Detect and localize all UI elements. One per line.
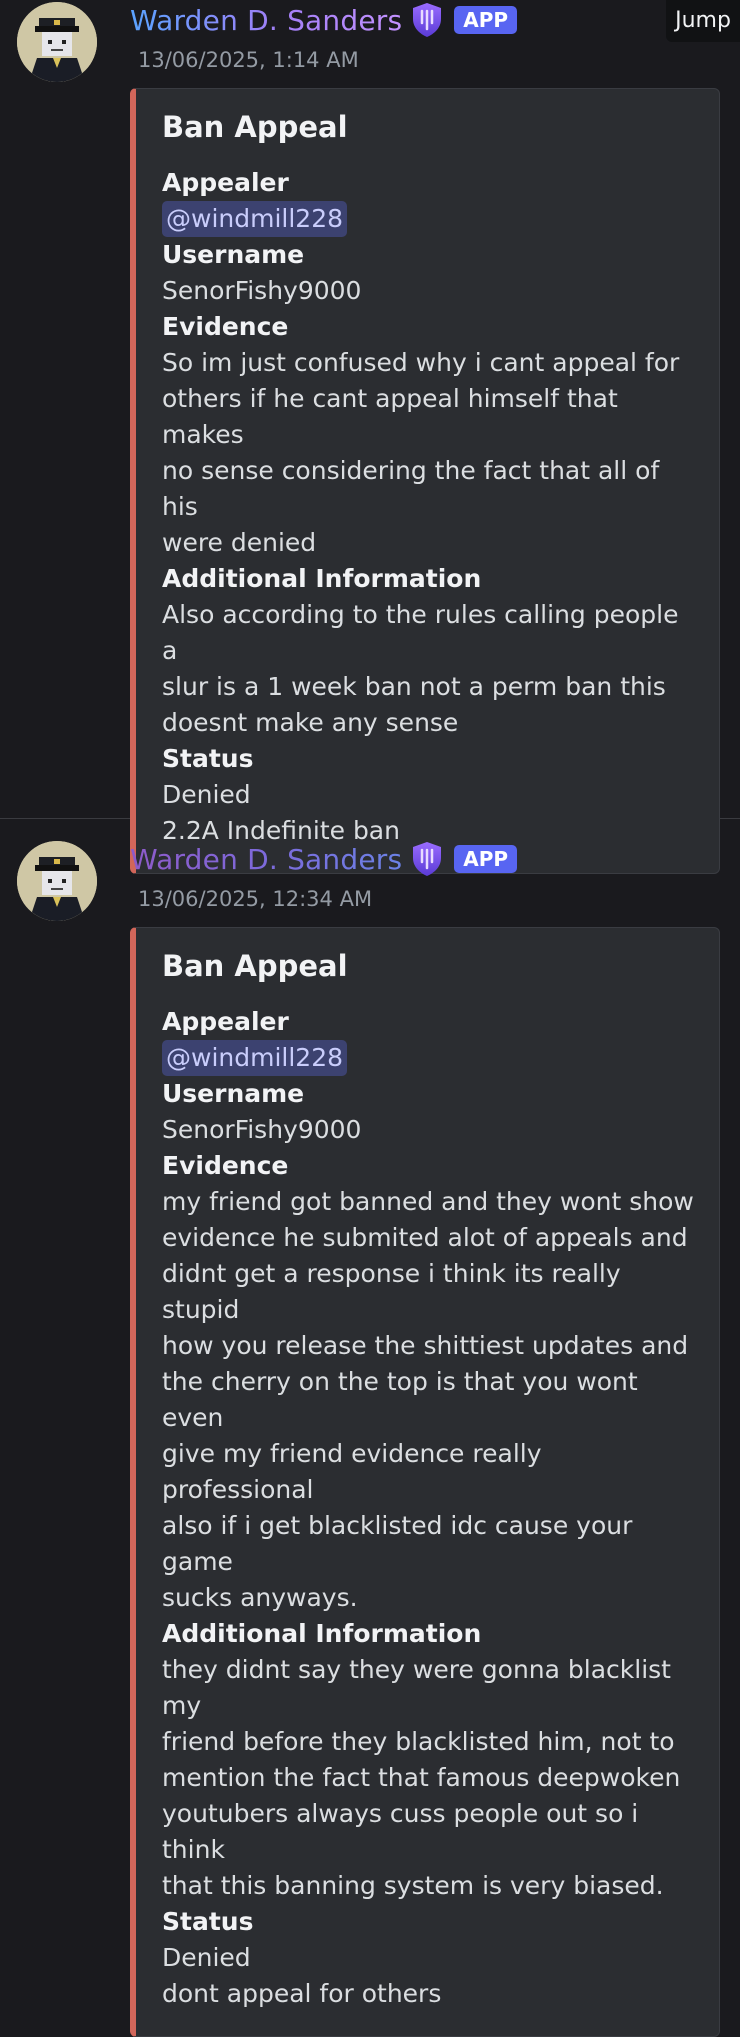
message-header: Warden D. Sanders APP [130, 839, 518, 879]
app-badge: APP [454, 6, 518, 34]
police-avatar-icon [17, 841, 97, 921]
user-mention[interactable]: @windmill228 [162, 1040, 348, 1076]
ban-appeal-embed: Ban Appeal Appealer @windmill228 Usernam… [130, 88, 720, 874]
field-value-evidence: So im just confused why i cant appeal fo… [162, 348, 680, 557]
field-name-evidence: Evidence [162, 312, 289, 341]
message-2: Warden D. Sanders APP 13/06/2025, 12:34 … [0, 819, 740, 2037]
field-name-status: Status [162, 744, 254, 773]
field-value-status: Denied [162, 780, 251, 809]
field-value-additional-information: they didnt say they were gonna blacklist… [162, 1655, 681, 1900]
field-name-username: Username [162, 1079, 305, 1108]
field-value-username: SenorFishy9000 [162, 1115, 362, 1144]
field-value-reason: dont appeal for others [162, 1979, 442, 2008]
field-name-evidence: Evidence [162, 1151, 289, 1180]
field-value-username: SenorFishy9000 [162, 276, 362, 305]
field-value-additional-information: Also according to the rules calling peop… [162, 600, 679, 737]
avatar[interactable] [17, 841, 97, 921]
user-mention[interactable]: @windmill228 [162, 201, 348, 237]
field-name-status: Status [162, 1907, 254, 1936]
author-name[interactable]: Warden D. Sanders [130, 843, 402, 876]
timestamp[interactable]: 13/06/2025, 1:14 AM [138, 48, 359, 72]
embed-title: Ban Appeal [162, 949, 348, 983]
field-value-evidence: my friend got banned and they wont show … [162, 1187, 694, 1612]
field-name-appealer: Appealer [162, 1007, 289, 1036]
field-name-appealer: Appealer [162, 168, 289, 197]
field-name-additional-information: Additional Information [162, 564, 482, 593]
shield-role-icon [410, 840, 444, 878]
message-header: Warden D. Sanders APP [130, 0, 518, 40]
field-name-additional-information: Additional Information [162, 1619, 482, 1648]
embed-title: Ban Appeal [162, 110, 348, 144]
jump-button[interactable]: Jump [666, 0, 740, 42]
shield-role-icon [410, 1, 444, 39]
ban-appeal-embed: Ban Appeal Appealer @windmill228 Usernam… [130, 927, 720, 2037]
message-1: Warden D. Sanders APP Jump 13/06/2025, 1… [0, 0, 740, 874]
timestamp[interactable]: 13/06/2025, 12:34 AM [138, 887, 372, 911]
avatar[interactable] [17, 2, 97, 82]
police-avatar-icon [17, 2, 97, 82]
field-name-username: Username [162, 240, 305, 269]
app-badge: APP [454, 845, 518, 873]
field-value-status: Denied [162, 1943, 251, 1972]
author-name[interactable]: Warden D. Sanders [130, 4, 402, 37]
